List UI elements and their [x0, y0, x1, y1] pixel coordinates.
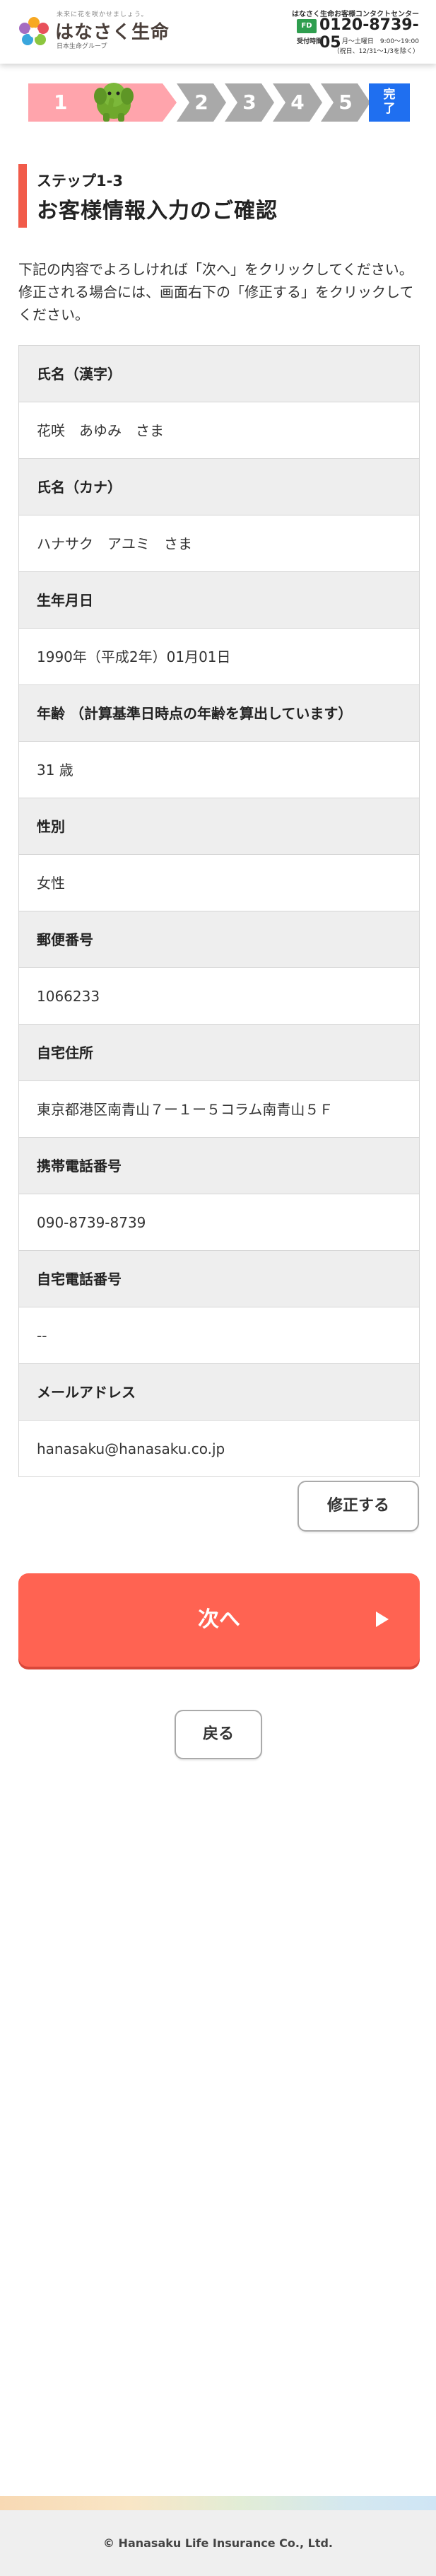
- step-2: 2: [177, 83, 226, 122]
- field-label-name-kanji: 氏名（漢字）: [19, 346, 419, 402]
- contact-hours: 月〜土曜日 9:00〜19:00: [341, 38, 419, 45]
- field-label-gender: 性別: [19, 798, 419, 855]
- back-button[interactable]: 戻る: [175, 1710, 262, 1759]
- field-label-birthdate: 生年月日: [19, 572, 419, 629]
- field-value-mobile-phone: 090-8739-8739: [19, 1194, 419, 1251]
- play-arrow-icon: [376, 1612, 389, 1627]
- field-value-address: 東京都港区南青山７ー１ー５コラム南青山５Ｆ: [19, 1081, 419, 1138]
- site-header: 未来に花を咲かせましょう。 はなさく生命 日本生命グループ はなさく生命お客様コ…: [0, 0, 436, 64]
- intro-text: 下記の内容でよろしければ「次へ」をクリックしてください。修正される場合には、画面…: [18, 261, 414, 323]
- field-label-name-kana: 氏名（カナ）: [19, 459, 419, 515]
- field-value-email: hanasaku@hanasaku.co.jp: [19, 1421, 419, 1477]
- edit-button[interactable]: 修正する: [297, 1481, 419, 1532]
- contact-holiday-note: （祝日、12/31〜1/3を除く）: [333, 48, 419, 55]
- step-complete-label-1: 完: [383, 88, 396, 102]
- logo-subtitle: 日本生命グループ: [57, 43, 107, 50]
- field-value-name-kana: ハナサク アユミ さま: [19, 515, 419, 572]
- next-button-label: 次へ: [198, 1607, 240, 1632]
- free-dial-icon: FD: [297, 19, 317, 33]
- field-label-age: 年齢 （計算基準日時点の年齢を算出しています）: [19, 685, 419, 742]
- field-label-postal-code: 郵便番号: [19, 911, 419, 968]
- field-label-mobile-phone: 携帯電話番号: [19, 1138, 419, 1194]
- confirmation-table: 氏名（漢字） 花咲 あゆみ さま 氏名（カナ） ハナサク アユミ さま 生年月日…: [18, 345, 420, 1477]
- step-progress: 1 2 3 4 5 完 了: [28, 83, 410, 122]
- footer-copyright: © Hanasaku Life Insurance Co., Ltd.: [0, 2510, 436, 2576]
- field-label-email: メールアドレス: [19, 1364, 419, 1421]
- flower-logo-icon: [19, 17, 49, 45]
- field-label-home-phone: 自宅電話番号: [19, 1251, 419, 1307]
- contact-hours-label: 受付時間: [297, 38, 323, 45]
- title-accent-bar: [18, 164, 27, 228]
- field-value-age: 31 歳: [19, 742, 419, 798]
- step-complete: 完 了: [369, 83, 410, 122]
- next-button[interactable]: 次へ: [18, 1573, 420, 1667]
- field-label-address: 自宅住所: [19, 1025, 419, 1081]
- step-current-number: 1: [54, 91, 68, 114]
- step-3: 3: [225, 83, 274, 122]
- page-title: お客様情報入力のご確認: [37, 199, 278, 223]
- field-value-home-phone: --: [19, 1307, 419, 1364]
- elephant-mascot-icon: [94, 83, 134, 122]
- step-complete-label-2: 了: [383, 102, 396, 116]
- step-5: 5: [321, 83, 370, 122]
- step-label: ステップ1-3: [37, 173, 123, 190]
- field-value-birthdate: 1990年（平成2年）01月01日: [19, 629, 419, 685]
- step-4: 4: [273, 83, 322, 122]
- field-value-name-kanji: 花咲 あゆみ さま: [19, 402, 419, 459]
- footer-gradient-band: [0, 2496, 436, 2510]
- field-value-gender: 女性: [19, 855, 419, 911]
- logo-name[interactable]: はなさく生命: [55, 18, 170, 44]
- field-value-postal-code: 1066233: [19, 968, 419, 1025]
